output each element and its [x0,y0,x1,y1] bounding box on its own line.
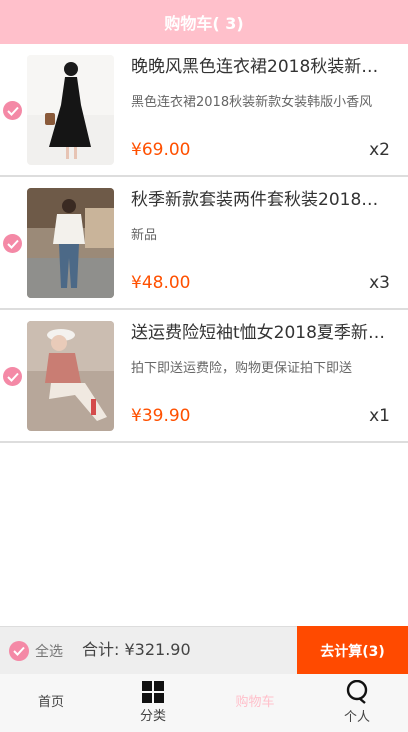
product-subtitle: 拍下即送运费险，购物更保证拍下即送 [131,361,353,376]
product-quantity: x1 [369,406,390,426]
product-quantity: x2 [369,140,390,160]
select-all-toggle[interactable]: 全选 [9,641,63,661]
tab-cart-label: 购物车 [235,695,275,710]
bottom-tab-bar: 首页 分类 购物车 个人 [0,674,408,732]
tab-home-label: 首页 [37,695,64,710]
tab-category[interactable]: 分类 [102,674,204,732]
total-price: 合计: ¥321.90 [82,640,191,659]
cart-item[interactable]: 秋季新款套装两件套秋装2018新款女装 新品 ¥48.00 x3 [0,177,408,310]
product-title[interactable]: 晚晚风黑色连衣裙2018秋装新款女装韩版 [131,55,385,79]
tab-category-label: 分类 [139,709,166,724]
cart-item[interactable]: 晚晚风黑色连衣裙2018秋装新款女装韩版 黑色连衣裙2018秋装新款女装韩版小香… [0,44,408,177]
checkbox-checked-icon[interactable] [3,101,22,120]
product-title[interactable]: 秋季新款套装两件套秋装2018新款女装 [131,188,385,212]
tab-profile-label: 个人 [343,710,370,725]
product-price: ¥69.00 [131,140,191,160]
checkbox-checked-icon[interactable] [9,641,29,661]
select-all-label[interactable]: 全选 [35,641,63,661]
product-title[interactable]: 送运费险短袖t恤女2018夏季新款韩版 [131,321,385,345]
product-subtitle: 黑色连衣裙2018秋装新款女装韩版小香风 [131,95,373,110]
product-price: ¥39.90 [131,406,191,426]
header-bar: 购物车( 3) [0,0,408,44]
tab-profile[interactable]: 个人 [306,674,408,732]
checkout-button[interactable]: 去计算(3) [297,626,408,675]
product-subtitle: 新品 [131,228,158,243]
tab-cart[interactable]: 购物车 [204,674,306,732]
cart-list: 晚晚风黑色连衣裙2018秋装新款女装韩版 黑色连衣裙2018秋装新款女装韩版小香… [0,44,408,443]
cart-summary-bar: 全选 合计: ¥321.90 去计算(3) [0,626,408,675]
product-image[interactable] [27,55,114,165]
user-icon [345,679,369,708]
product-image[interactable] [27,321,114,431]
product-quantity: x3 [369,273,390,293]
tab-home[interactable]: 首页 [0,674,102,732]
grid-icon [142,681,164,707]
checkbox-checked-icon[interactable] [3,234,22,253]
product-image[interactable] [27,188,114,298]
product-price: ¥48.00 [131,273,191,293]
checkbox-checked-icon[interactable] [3,367,22,386]
cart-item[interactable]: 送运费险短袖t恤女2018夏季新款韩版 拍下即送运费险，购物更保证拍下即送 ¥3… [0,310,408,443]
page-title: 购物车( 3) [164,14,244,33]
